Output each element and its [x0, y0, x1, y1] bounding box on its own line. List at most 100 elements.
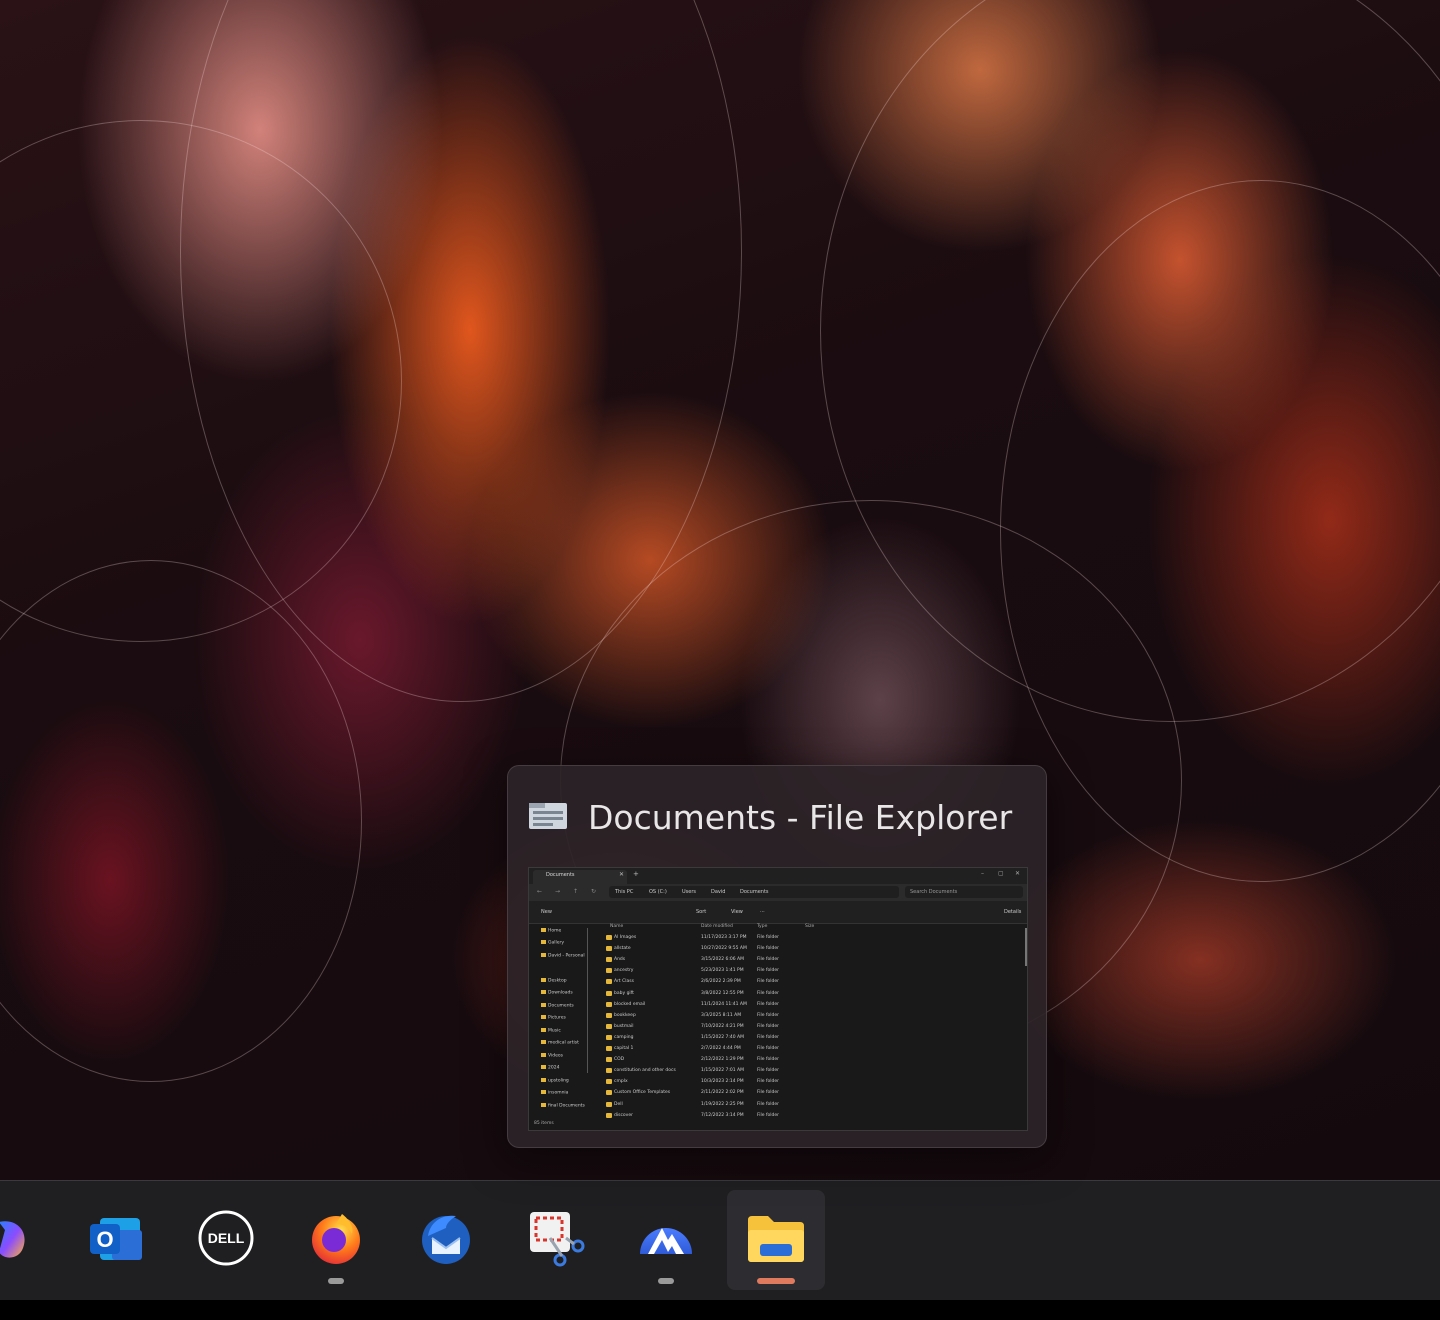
thumb-new-button: New	[541, 909, 552, 915]
thumb-file-name: allstate	[614, 946, 631, 952]
taskbar-app-snipping-tool[interactable]	[507, 1190, 605, 1290]
thumb-details-button: Details	[1004, 909, 1022, 915]
thumb-file-row: bustmail 7/10/2022 4:21 PM File folder	[599, 1022, 1019, 1033]
thunderbird-icon	[422, 1215, 470, 1264]
folder-icon	[606, 1023, 612, 1029]
taskbar-app-firefox[interactable]	[287, 1190, 385, 1290]
thumb-status-bar: 85 items	[529, 1118, 1027, 1130]
nordvpn-icon	[640, 1228, 692, 1254]
folder-icon	[606, 1090, 612, 1096]
thumb-file-date: 2/12/2022 1:29 PM	[701, 1057, 744, 1063]
thumb-file-date: 2/6/2022 2:39 PM	[701, 979, 741, 985]
dell-icon: DELL	[198, 1210, 254, 1266]
file-explorer-icon	[748, 1216, 804, 1262]
folder-icon	[606, 957, 612, 963]
taskbar-app-outlook[interactable]: O	[67, 1190, 165, 1290]
folder-icon	[606, 1068, 612, 1074]
taskbar-app-copilot[interactable]	[0, 1190, 48, 1290]
active-indicator	[757, 1278, 795, 1284]
taskbar-app-dell[interactable]: DELL	[177, 1190, 275, 1290]
thumb-nav-item: Downloads	[541, 990, 573, 996]
window-thumbnail[interactable]: Documents ✕ + – ▢ ✕ ← → ↑ ↻ This PC OS (…	[528, 867, 1028, 1131]
thumb-file-row: Custom Office Templates 2/11/2022 2:02 PM…	[599, 1088, 1019, 1099]
thumb-nav-item: Gallery	[541, 940, 564, 946]
running-indicator	[658, 1278, 674, 1284]
thumb-file-name: blocked email	[614, 1001, 646, 1007]
taskbar-app-file-explorer[interactable]	[727, 1190, 825, 1290]
copilot-icon	[0, 1221, 25, 1258]
folder-icon	[606, 935, 612, 940]
thumb-file-row: bookkeep 3/3/2025 8:11 AM File folder	[599, 1011, 1019, 1022]
taskbar-app-nordvpn[interactable]	[617, 1190, 715, 1290]
thumb-file-row: AI Images 11/17/2023 3:17 PM File folder	[599, 933, 1019, 944]
thumb-refresh-icon: ↻	[591, 888, 597, 895]
thumb-file-row: allstate 10/27/2022 9:55 AM File folder	[599, 944, 1019, 955]
thumb-file-row: Ands 3/15/2022 6:06 AM File folder	[599, 955, 1019, 966]
folder-icon	[606, 1112, 612, 1118]
thumb-file-date: 2/7/2022 4:44 PM	[701, 1046, 741, 1051]
firefox-icon	[312, 1214, 360, 1264]
thumb-file-date: 7/10/2022 4:21 PM	[701, 1023, 744, 1029]
thumb-file-row: baby gift 3/8/2022 12:55 PM File folder	[599, 989, 1019, 1000]
thumb-file-name: cmplx	[614, 1079, 628, 1085]
thumb-breadcrumb: This PC OS (C:) Users David Documents	[609, 886, 899, 898]
thumb-file-name: Ands	[614, 957, 626, 963]
thumb-crumb: Documents	[740, 889, 769, 895]
folder-icon	[606, 1034, 612, 1040]
thumb-file-name: baby gift	[614, 990, 634, 996]
thumb-file-type: File folder	[757, 968, 780, 974]
thumb-file-row: Art Class 2/6/2022 2:39 PM File folder	[599, 977, 1019, 988]
thumb-file-name: AI Images	[614, 935, 637, 940]
thumb-file-name: capital 1	[614, 1046, 634, 1051]
thumb-nav-item: Music	[541, 1028, 561, 1034]
thumb-minimize-icon: –	[981, 870, 984, 877]
thumb-search-placeholder: Search Documents	[910, 889, 958, 895]
thumb-file-row: capital 1 2/7/2022 4:44 PM File folder	[599, 1044, 1019, 1055]
thumb-nav-item: Documents	[541, 1003, 574, 1009]
thumb-col-name: Name	[610, 924, 624, 929]
thumb-scrollbar	[1025, 928, 1027, 966]
thumb-navigation-pane: Home Gallery David - Personal Desktop Do…	[529, 924, 589, 1124]
thumb-file-date: 1/15/2022 7:40 AM	[701, 1034, 745, 1040]
thumb-file-name: bookkeep	[614, 1012, 636, 1018]
folder-icon	[606, 968, 612, 974]
thumb-forward-icon: →	[555, 888, 561, 895]
thumb-more-icon: ···	[760, 909, 765, 915]
thumb-tab-label: Documents	[546, 872, 575, 878]
thumb-maximize-icon: ▢	[998, 870, 1004, 877]
thumb-file-name: ancestry	[614, 968, 634, 974]
thumb-file-name: constitution and other docs	[614, 1068, 676, 1074]
thumb-file-row: constitution and other docs 1/15/2022 7:0…	[599, 1066, 1019, 1077]
thumb-crumb: This PC	[615, 889, 634, 895]
thumb-file-row: ancestry 5/23/2023 1:41 PM File folder	[599, 966, 1019, 977]
snipping-tool-icon	[530, 1212, 585, 1267]
thumb-file-date: 1/19/2022 2:25 PM	[701, 1101, 744, 1107]
thumb-file-date: 2/11/2022 2:02 PM	[701, 1090, 744, 1096]
thumb-file-type: File folder	[757, 1079, 780, 1085]
outlook-glyph: O	[96, 1227, 113, 1252]
taskbar-app-thunderbird[interactable]	[397, 1190, 495, 1290]
thumb-file-row: COD 2/12/2022 1:29 PM File folder	[599, 1055, 1019, 1066]
running-indicator	[328, 1278, 344, 1284]
folder-icon	[606, 1057, 612, 1063]
thumb-file-date: 11/17/2023 3:17 PM	[701, 935, 747, 940]
thumb-crumb: Users	[682, 889, 697, 895]
thumb-file-type: File folder	[757, 1057, 780, 1063]
thumb-file-name: Custom Office Templates	[614, 1090, 671, 1096]
window-preview[interactable]: Documents - File Explorer Documents ✕ + …	[507, 765, 1047, 1148]
thumb-file-name: camping	[614, 1034, 634, 1040]
thumb-file-date: 3/8/2022 12:55 PM	[701, 990, 744, 996]
thumb-back-icon: ←	[537, 888, 543, 895]
thumb-pane-divider	[587, 928, 588, 1073]
thumb-file-row: Dell 1/19/2022 2:25 PM File folder	[599, 1100, 1019, 1111]
thumb-nav-item: David - Personal	[541, 953, 585, 959]
thumb-command-bar: New Sort View ··· Details	[529, 901, 1027, 924]
thumb-file-date: 5/23/2023 1:41 PM	[701, 968, 744, 974]
thumb-up-icon: ↑	[573, 888, 579, 895]
thumb-file-date: 3/3/2025 8:11 AM	[701, 1012, 742, 1018]
thumb-file-row: blocked email 11/1/2024 11:41 AM File fold…	[599, 1000, 1019, 1011]
thumb-nav-item: Pictures	[541, 1015, 566, 1021]
folder-icon	[606, 1079, 612, 1085]
thumb-nav-item: medical artist	[541, 1040, 579, 1046]
thumb-file-type: File folder	[757, 1046, 780, 1051]
